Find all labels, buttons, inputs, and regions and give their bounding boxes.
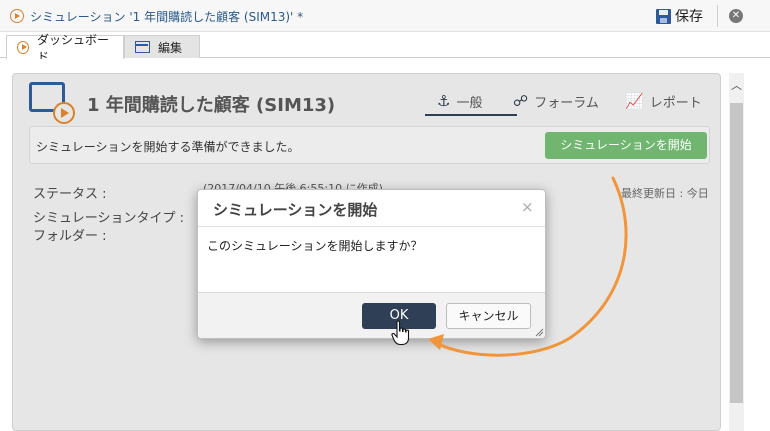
close-icon[interactable]: ✕ [729, 9, 743, 23]
play-circle-icon [17, 41, 29, 54]
chart-icon: 📈 [625, 92, 644, 110]
save-label: 保存 [675, 9, 703, 25]
window-title: シミュレーション '1 年間購読した顧客 (SIM13)' * [30, 10, 304, 24]
scrollbar-thumb[interactable] [730, 103, 743, 403]
confirm-dialog: シミュレーションを開始 × このシミュレーションを開始しますか？ OK キャンセ… [197, 189, 546, 339]
ready-bar: シミュレーションを開始する準備ができました。 シミュレーションを開始 [29, 126, 710, 164]
chevron-up-icon[interactable]: ︿ [729, 77, 744, 92]
anchor-icon: ⚓ [437, 92, 451, 110]
active-tab-indicator [425, 114, 517, 116]
tab-forum-label: フォーラム [534, 95, 599, 111]
page-title: 1 年間購読した顧客 (SIM13) [87, 95, 336, 116]
ready-message: シミュレーションを開始する準備ができました。 [36, 140, 300, 154]
play-circle-icon [10, 9, 24, 23]
tab-forum[interactable]: ☍ フォーラム [513, 89, 599, 113]
dialog-footer: OK キャンセル [198, 292, 545, 338]
dialog-message: このシミュレーションを開始しますか？ [207, 239, 423, 253]
tab-general[interactable]: ⚓ 一般 [437, 89, 482, 113]
vertical-scrollbar[interactable]: ︿ [729, 73, 744, 431]
tab-dashboard[interactable]: ダッシュボード [6, 33, 124, 64]
start-simulation-button[interactable]: シミュレーションを開始 [545, 132, 707, 159]
forum-icon: ☍ [513, 92, 529, 110]
tab-report[interactable]: 📈 レポート [625, 89, 702, 113]
close-icon[interactable]: × [521, 198, 534, 216]
simulation-type-label: シミュレーションタイプ : [33, 211, 184, 226]
floppy-disk-icon [656, 8, 671, 24]
hand-cursor-icon [391, 320, 410, 346]
folder-label: フォルダー : [33, 229, 107, 244]
status-label: ステータス : [33, 187, 107, 202]
cancel-button[interactable]: キャンセル [446, 303, 531, 329]
play-circle-icon [53, 102, 75, 124]
resize-grip-icon[interactable] [534, 327, 544, 337]
toolbar-divider [717, 5, 718, 27]
save-button[interactable]: 保存 [656, 6, 703, 26]
window-titlebar: シミュレーション '1 年間購読した顧客 (SIM13)' * 保存 ✕ [0, 0, 770, 32]
tab-report-label: レポート [649, 95, 702, 111]
last-updated: 最終更新日 : 今日 [621, 187, 709, 200]
tab-edit[interactable]: 編集 [124, 35, 200, 58]
editor-tabs: ダッシュボード 編集 [0, 32, 770, 64]
dialog-header: シミュレーションを開始 × [198, 190, 545, 227]
tab-edit-label: 編集 [158, 40, 183, 55]
edit-window-icon [135, 41, 150, 53]
tab-general-label: 一般 [456, 95, 483, 111]
dialog-title: シミュレーションを開始 [213, 201, 378, 219]
